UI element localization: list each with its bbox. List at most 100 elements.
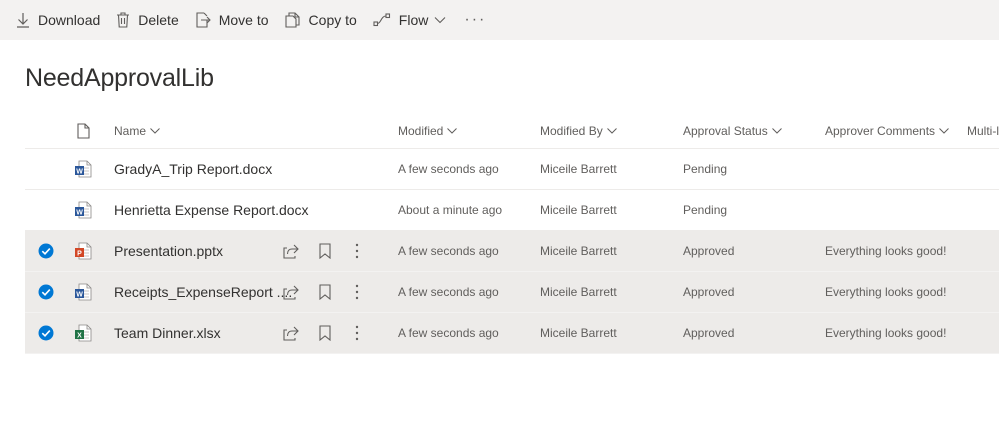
more-actions-button[interactable] bbox=[355, 313, 359, 353]
list-header: Name Modified Modified By Approval Statu… bbox=[25, 112, 999, 149]
row-checkbox[interactable] bbox=[36, 231, 56, 271]
document-icon bbox=[76, 122, 90, 139]
share-icon bbox=[283, 326, 299, 341]
approver-comments-cell: Everything looks good! bbox=[825, 285, 947, 299]
file-name-link[interactable]: Presentation.pptx bbox=[114, 231, 223, 271]
delete-button[interactable]: Delete bbox=[116, 0, 179, 40]
flow-icon bbox=[373, 13, 390, 27]
move-to-icon bbox=[196, 12, 211, 28]
svg-text:P: P bbox=[77, 250, 82, 257]
share-button[interactable] bbox=[283, 272, 299, 312]
checkmark-circle-icon bbox=[38, 325, 54, 341]
approval-status-cell: Approved bbox=[683, 244, 735, 258]
table-row[interactable]: W Receipts_ExpenseReport .... A few seco… bbox=[25, 272, 999, 313]
modified-cell: A few seconds ago bbox=[398, 285, 499, 299]
chevron-down-icon bbox=[606, 127, 617, 134]
share-button[interactable] bbox=[283, 231, 299, 271]
modified-column-header[interactable]: Modified bbox=[398, 112, 458, 149]
download-icon bbox=[17, 13, 29, 28]
download-button[interactable]: Download bbox=[16, 0, 100, 40]
checkmark-circle-icon bbox=[38, 284, 54, 300]
page-title: NeedApprovalLib bbox=[25, 64, 214, 92]
modified-by-column-header[interactable]: Modified By bbox=[540, 112, 617, 149]
name-header-label: Name bbox=[114, 123, 147, 138]
approval-status-cell: Approved bbox=[683, 326, 735, 340]
more-vertical-icon bbox=[355, 284, 359, 300]
word-file-icon: W bbox=[73, 190, 93, 230]
flow-label: Flow bbox=[398, 12, 429, 28]
modified-cell: About a minute ago bbox=[398, 203, 503, 217]
approver-comments-header-label: Approver Comments bbox=[825, 123, 936, 138]
file-name-link[interactable]: Henrietta Expense Report.docx bbox=[114, 190, 309, 230]
multi-header-label: Multi-l bbox=[967, 123, 999, 138]
trash-icon bbox=[117, 12, 130, 28]
command-bar: Download Delete Move to Copy to Flow ··· bbox=[0, 0, 999, 40]
delete-label: Delete bbox=[138, 12, 179, 28]
row-checkbox[interactable] bbox=[36, 149, 56, 189]
svg-text:W: W bbox=[76, 209, 83, 216]
share-icon bbox=[283, 244, 299, 259]
modified-by-cell[interactable]: Miceile Barrett bbox=[540, 272, 617, 312]
bookmark-icon bbox=[319, 284, 331, 300]
table-row[interactable]: P Presentation.pptx A few seconds ago Mic… bbox=[25, 231, 999, 272]
modified-by-cell[interactable]: Miceile Barrett bbox=[540, 231, 617, 271]
more-vertical-icon bbox=[355, 325, 359, 341]
svg-text:W: W bbox=[76, 168, 83, 175]
file-name-link[interactable]: GradyA_Trip Report.docx bbox=[114, 149, 272, 189]
excel-file-icon: X bbox=[73, 313, 93, 353]
chevron-down-icon bbox=[150, 127, 160, 134]
share-button[interactable] bbox=[283, 313, 299, 353]
approval-status-column-header[interactable]: Approval Status bbox=[683, 112, 782, 149]
move-to-button[interactable]: Move to bbox=[195, 0, 269, 40]
approver-comments-cell: Everything looks good! bbox=[825, 326, 947, 340]
file-name-link[interactable]: Team Dinner.xlsx bbox=[114, 313, 221, 353]
approval-status-cell: Pending bbox=[683, 203, 728, 217]
powerpoint-file-icon: P bbox=[73, 231, 93, 271]
table-row[interactable]: W Henrietta Expense Report.docx About a m… bbox=[25, 190, 999, 231]
approver-comments-cell: Everything looks good! bbox=[825, 244, 947, 258]
download-label: Download bbox=[38, 12, 101, 28]
approval-status-cell: Pending bbox=[683, 162, 728, 176]
bookmark-button[interactable] bbox=[319, 231, 331, 271]
copy-to-button[interactable]: Copy to bbox=[284, 0, 357, 40]
move-to-label: Move to bbox=[218, 12, 269, 28]
list-rows: W GradyA_Trip Report.docx A few seconds a… bbox=[25, 149, 999, 354]
file-name-link[interactable]: Receipts_ExpenseReport .... bbox=[114, 272, 292, 312]
flow-button[interactable]: Flow bbox=[373, 0, 447, 40]
multi-column-header[interactable]: Multi-l bbox=[967, 112, 999, 149]
row-checkbox[interactable] bbox=[36, 313, 56, 353]
document-list: Name Modified Modified By Approval Statu… bbox=[25, 112, 999, 354]
more-vertical-icon bbox=[355, 243, 359, 259]
bookmark-icon bbox=[319, 325, 331, 341]
approver-comments-column-header[interactable]: Approver Comments bbox=[825, 112, 949, 149]
row-checkbox[interactable] bbox=[36, 190, 56, 230]
checkmark-circle-icon bbox=[38, 243, 54, 259]
copy-to-icon bbox=[284, 12, 300, 28]
table-row[interactable]: W GradyA_Trip Report.docx A few seconds a… bbox=[25, 149, 999, 190]
modified-by-cell[interactable]: Miceile Barrett bbox=[540, 313, 617, 353]
chevron-down-icon bbox=[447, 127, 458, 134]
svg-text:W: W bbox=[76, 291, 83, 298]
more-actions-button[interactable] bbox=[355, 231, 359, 271]
modified-by-cell[interactable]: Miceile Barrett bbox=[540, 149, 617, 189]
copy-to-label: Copy to bbox=[308, 12, 357, 28]
row-checkbox[interactable] bbox=[36, 272, 56, 312]
bookmark-button[interactable] bbox=[319, 313, 331, 353]
bookmark-icon bbox=[319, 243, 331, 259]
word-file-icon: W bbox=[73, 272, 93, 312]
modified-by-cell[interactable]: Miceile Barrett bbox=[540, 190, 617, 230]
bookmark-button[interactable] bbox=[319, 272, 331, 312]
share-icon bbox=[283, 285, 299, 300]
more-actions-button[interactable] bbox=[355, 272, 359, 312]
modified-cell: A few seconds ago bbox=[398, 326, 499, 340]
table-row[interactable]: X Team Dinner.xlsx A few seconds ago Mice… bbox=[25, 313, 999, 354]
chevron-down-icon bbox=[939, 127, 949, 134]
approval-status-cell: Approved bbox=[683, 285, 735, 299]
name-column-header[interactable]: Name bbox=[114, 112, 160, 149]
modified-header-label: Modified bbox=[398, 123, 444, 138]
approval-status-header-label: Approval Status bbox=[683, 123, 768, 138]
more-button[interactable]: ··· bbox=[464, 0, 486, 40]
file-type-header[interactable] bbox=[73, 112, 93, 149]
modified-by-header-label: Modified By bbox=[540, 123, 603, 138]
modified-cell: A few seconds ago bbox=[398, 162, 499, 176]
